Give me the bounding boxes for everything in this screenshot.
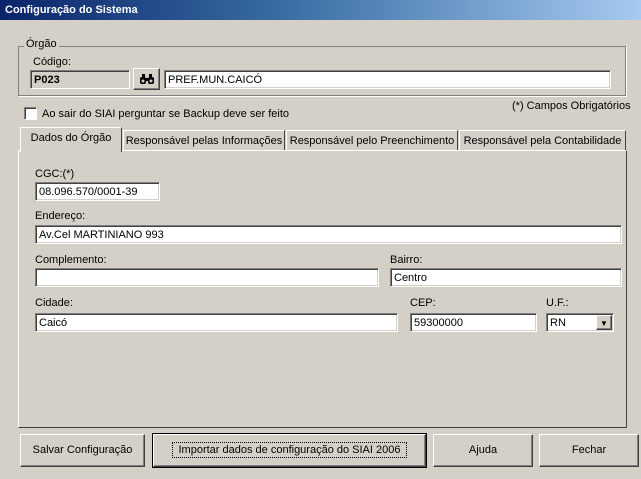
complemento-label: Complemento: [35, 254, 107, 266]
tab-responsavel-preenchimento[interactable]: Responsável pelo Preenchimento [286, 130, 458, 150]
cidade-field[interactable]: Caicó [35, 313, 398, 332]
codigo-label: Código: [33, 56, 71, 68]
orgao-legend: Órgão [24, 38, 59, 50]
title-bar: Configuração do Sistema [0, 0, 641, 20]
salvar-configuracao-button[interactable]: Salvar Configuração [20, 434, 145, 467]
tab-label: Responsável pelas Informações [125, 135, 283, 147]
cep-field[interactable]: 59300000 [410, 313, 537, 332]
endereco-field[interactable]: Av.Cel MARTINIANO 993 [35, 225, 622, 244]
fechar-button-label: Fechar [571, 444, 607, 456]
tab-label: Responsável pelo Preenchimento [289, 135, 455, 147]
tab-responsavel-contabilidade[interactable]: Responsável pela Contabilidade [459, 130, 626, 150]
salvar-button-label: Salvar Configuração [32, 444, 133, 456]
tab-responsavel-informacoes[interactable]: Responsável pelas Informações [123, 130, 285, 150]
config-window: Configuração do Sistema Órgão Código: P0… [0, 0, 641, 479]
binoculars-icon [139, 74, 154, 85]
backup-checkbox[interactable] [24, 107, 37, 120]
importar-button-label: Importar dados de configuração do SIAI 2… [171, 442, 408, 458]
complemento-field[interactable] [35, 268, 379, 287]
tab-panel-dados-orgao: CGC:(*) 08.096.570/0001-39 Endereço: Av.… [18, 150, 627, 428]
tab-dados-orgao[interactable]: Dados do Órgão [20, 127, 122, 152]
uf-label: U.F.: [546, 297, 569, 309]
tab-label: Responsável pela Contabilidade [463, 135, 622, 147]
ajuda-button-label: Ajuda [468, 444, 498, 456]
backup-checkbox-label[interactable]: Ao sair do SIAI perguntar se Backup deve… [42, 108, 289, 120]
window-title: Configuração do Sistema [5, 4, 138, 16]
bairro-field[interactable]: Centro [390, 268, 622, 287]
tab-label: Dados do Órgão [30, 132, 112, 144]
search-button[interactable] [133, 68, 160, 90]
orgao-nome-field[interactable]: PREF.MUN.CAICÓ [164, 70, 611, 89]
uf-select-value: RN [550, 317, 566, 329]
ajuda-button[interactable]: Ajuda [433, 434, 533, 467]
bairro-label: Bairro: [390, 254, 423, 266]
cgc-label: CGC:(*) [35, 168, 75, 180]
cidade-label: Cidade: [35, 297, 73, 309]
endereco-label: Endereço: [35, 210, 86, 222]
cgc-field[interactable]: 08.096.570/0001-39 [35, 182, 160, 201]
required-fields-note: (*) Campos Obrigatórios [512, 100, 631, 112]
fechar-button[interactable]: Fechar [539, 434, 639, 467]
chevron-down-icon[interactable]: ▼ [596, 315, 612, 330]
uf-select[interactable]: RN ▼ [546, 313, 614, 332]
codigo-field[interactable]: P023 [30, 70, 130, 89]
cep-label: CEP: [410, 297, 436, 309]
importar-siai-2006-button[interactable]: Importar dados de configuração do SIAI 2… [152, 433, 427, 468]
